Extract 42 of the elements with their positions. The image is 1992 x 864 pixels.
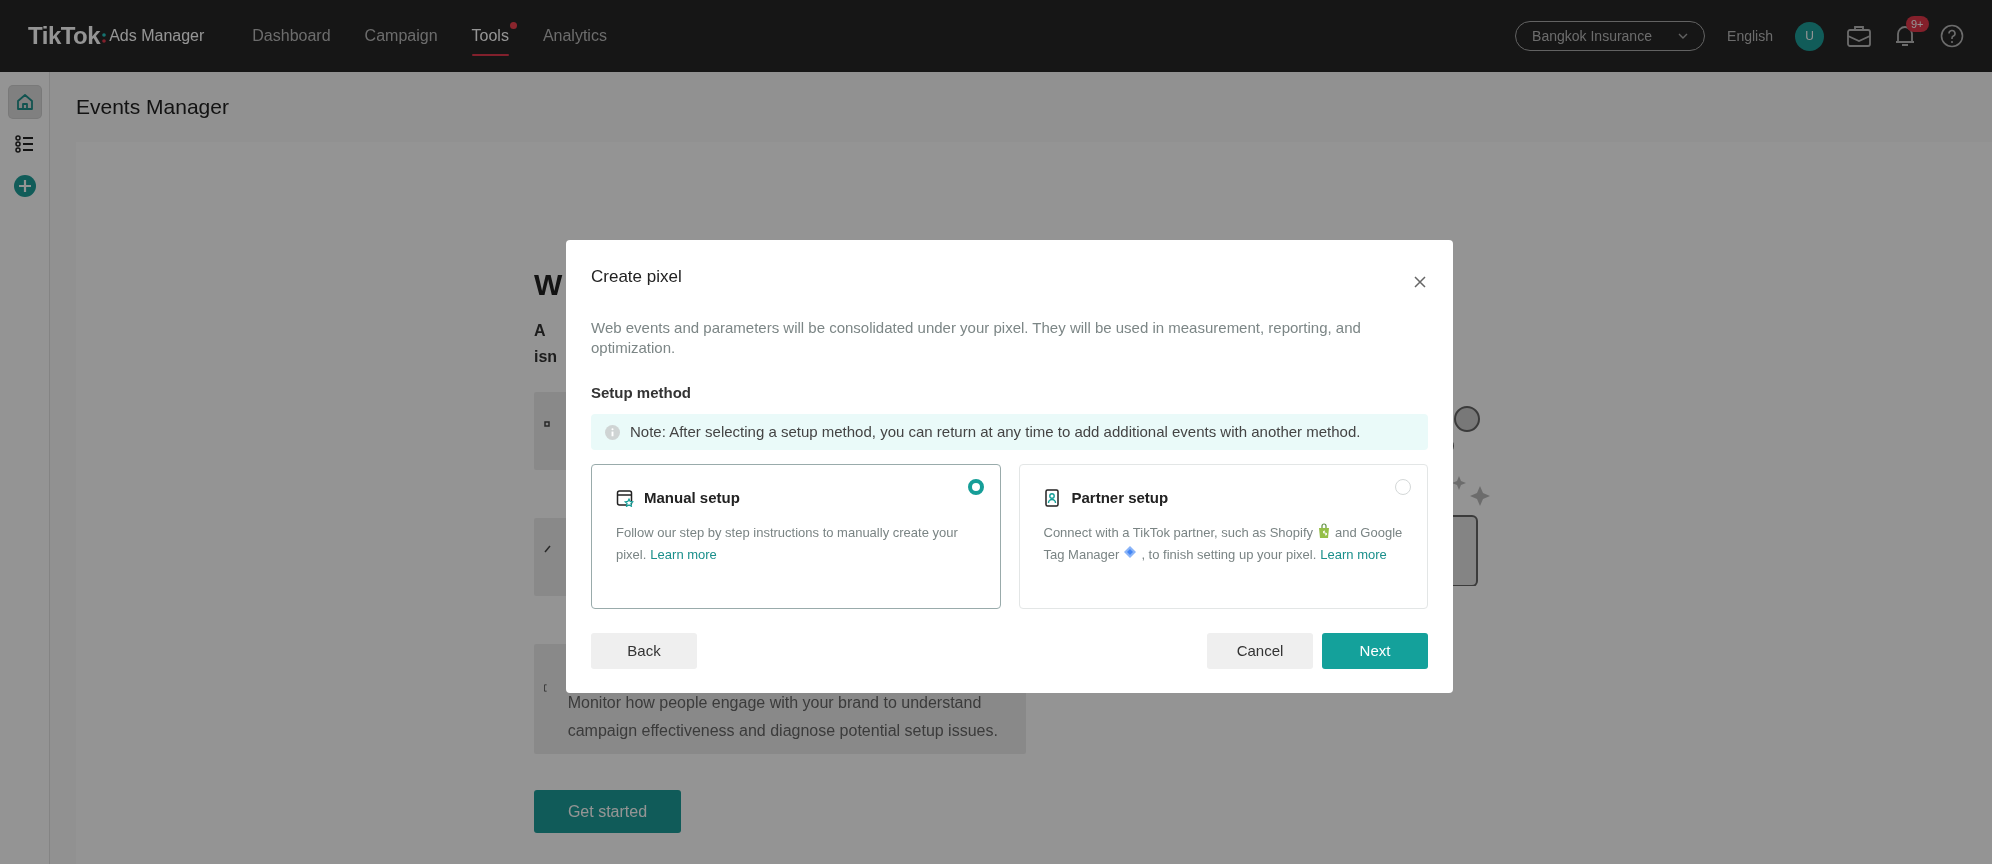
chevron-down-icon <box>1678 33 1689 39</box>
badge-person-icon <box>1043 489 1062 508</box>
learn-more-link[interactable]: Learn more <box>1320 546 1387 562</box>
setup-option-card[interactable]: Partner setup Connect with a TikTok partner, such as Shopify and Google Tag Manager , to finish setting up your pixel. Learn more <box>1018 464 1428 609</box>
secondary-button[interactable]: Cancel <box>1207 633 1313 669</box>
primary-button[interactable]: Next <box>1322 633 1428 669</box>
logo-icon <box>102 31 107 45</box>
info-icon <box>605 424 620 440</box>
radio-button[interactable] <box>967 479 984 495</box>
dialog-description: Web events and parameters will be consolidated under your pixel. They will be used in measurement, reporting, and optimization. <box>591 317 1362 358</box>
note-text: Note: After selecting a setup method, you can return at any time to add additional events with another method. <box>630 421 1361 442</box>
option-title: Manual setup <box>644 488 740 508</box>
nav-tab[interactable]: Campaign <box>364 16 438 56</box>
option-description: Connect with a TikTok partner, such as Shopify and Google Tag Manager , to finish setting up your pixel. Learn more <box>1043 521 1404 564</box>
bag-icon <box>1317 522 1332 539</box>
learn-more-link[interactable]: Learn more <box>650 546 717 562</box>
setup-option-card[interactable]: Manual setup Follow our step by step instructions to manually create your pixel. Learn more <box>591 464 1001 609</box>
add-icon <box>13 175 36 197</box>
intro-text: A <box>534 321 546 341</box>
option-description: Follow our step by step instructions to manually create your pixel. Learn more <box>616 523 959 564</box>
card-icon <box>544 681 548 695</box>
nav-tab[interactable]: Dashboard <box>252 16 331 56</box>
get-started-button[interactable]: Get started <box>534 790 681 833</box>
help-icon[interactable] <box>1940 24 1964 48</box>
nav-tab[interactable]: Tools <box>471 16 509 56</box>
briefcase-icon[interactable] <box>1846 24 1872 48</box>
language-link[interactable]: English <box>1727 25 1773 47</box>
card-text: Monitor how people engage with your brand to understand campaign effectiveness and diagnose potential setup issues. <box>567 693 999 741</box>
dialog-title: Create pixel <box>591 266 682 288</box>
logo-text: TikTok <box>28 21 101 51</box>
heading: W <box>534 270 563 300</box>
page-title: Events Manager <box>76 94 229 121</box>
option-title: Partner setup <box>1071 488 1169 508</box>
secondary-button[interactable]: Back <box>591 633 697 669</box>
list-icon <box>13 133 36 155</box>
nav-tab[interactable]: Analytics <box>542 16 607 56</box>
diamond-icon <box>1123 544 1138 561</box>
notification-badge: 9+ <box>1906 16 1929 32</box>
user-avatar[interactable]: U <box>1795 21 1824 51</box>
intro-text: isn <box>534 347 558 367</box>
section-label: Setup method <box>591 383 691 401</box>
product-name: Ads Manager <box>109 26 205 46</box>
